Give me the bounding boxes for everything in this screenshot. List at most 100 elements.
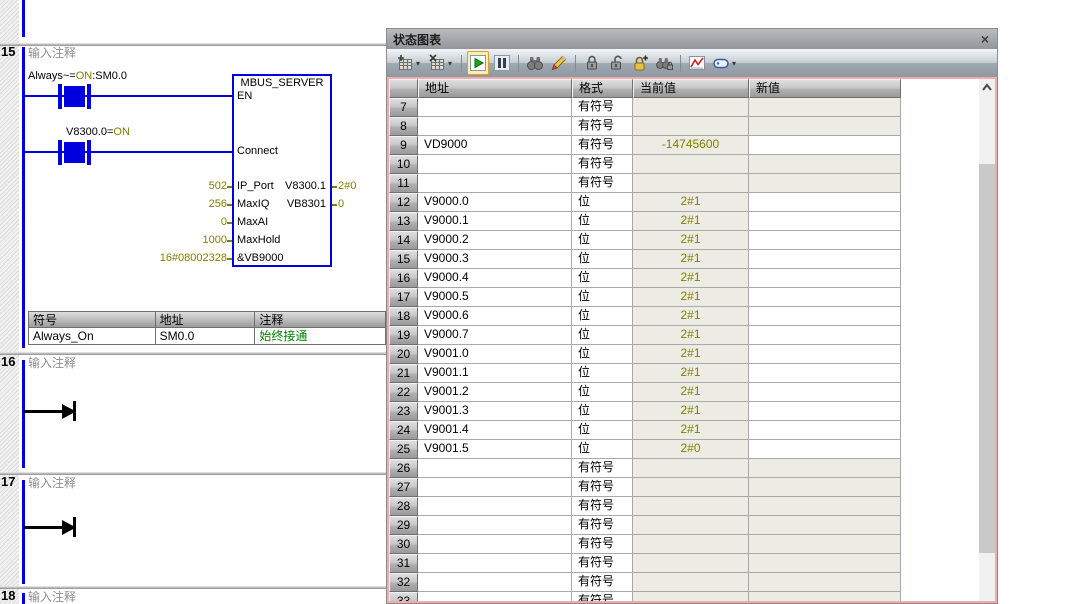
block-output-value[interactable]: 2#0 <box>338 180 356 193</box>
format-cell[interactable]: 有符号 <box>572 516 633 535</box>
address-cell[interactable]: V9001.4 <box>418 421 572 440</box>
address-cell[interactable]: V9000.1 <box>418 212 572 231</box>
format-cell[interactable]: 有符号 <box>572 98 633 117</box>
row-number-cell[interactable]: 16 <box>389 269 418 288</box>
row-number-cell[interactable]: 13 <box>389 212 418 231</box>
format-cell[interactable]: 位 <box>572 345 633 364</box>
format-cell[interactable]: 有符号 <box>572 554 633 573</box>
format-cell[interactable]: 位 <box>572 269 633 288</box>
address-cell[interactable] <box>418 497 572 516</box>
row-number-cell[interactable]: 23 <box>389 402 418 421</box>
column-header[interactable]: 当前值 <box>633 79 749 98</box>
format-cell[interactable]: 有符号 <box>572 136 633 155</box>
insert-row-button[interactable]: ▾ <box>394 51 424 75</box>
new-value-cell[interactable] <box>749 440 901 459</box>
network-comment[interactable]: 输入注释 <box>28 477 76 490</box>
new-value-cell[interactable] <box>749 193 901 212</box>
scroll-up-icon[interactable] <box>979 81 995 95</box>
contact[interactable] <box>87 140 91 165</box>
block-input-value[interactable]: 256 <box>60 198 227 211</box>
new-value-cell[interactable] <box>749 212 901 231</box>
column-header[interactable]: 格式 <box>572 79 633 98</box>
delete-row-button[interactable]: ▾ <box>426 51 456 75</box>
new-value-cell[interactable] <box>749 383 901 402</box>
row-number-cell[interactable]: 33 <box>389 592 418 603</box>
address-cell[interactable] <box>418 516 572 535</box>
address-cell[interactable]: V9000.3 <box>418 250 572 269</box>
row-number-cell[interactable]: 25 <box>389 440 418 459</box>
row-number-cell[interactable]: 30 <box>389 535 418 554</box>
network-comment[interactable]: 输入注释 <box>28 47 76 60</box>
row-number-cell[interactable]: 32 <box>389 573 418 592</box>
contact[interactable] <box>58 140 62 165</box>
block-input-value[interactable]: 0 <box>60 216 227 229</box>
address-cell[interactable]: V9001.0 <box>418 345 572 364</box>
address-cell[interactable]: V9000.6 <box>418 307 572 326</box>
row-number-cell[interactable]: 10 <box>389 155 418 174</box>
unforce-button[interactable] <box>605 51 627 75</box>
row-number-cell[interactable]: 19 <box>389 326 418 345</box>
dropdown-arrow-icon[interactable]: ▾ <box>416 59 420 68</box>
address-cell[interactable]: V9000.5 <box>418 288 572 307</box>
new-value-cell[interactable] <box>749 231 901 250</box>
block-output-value[interactable]: 0 <box>338 198 344 211</box>
dropdown-arrow-icon[interactable]: ▾ <box>732 59 736 68</box>
format-cell[interactable]: 位 <box>572 326 633 345</box>
address-cell[interactable]: V9001.5 <box>418 440 572 459</box>
new-value-cell[interactable] <box>749 402 901 421</box>
new-value-cell[interactable] <box>749 326 901 345</box>
row-number-cell[interactable]: 26 <box>389 459 418 478</box>
contact-energized-fill[interactable] <box>64 86 85 107</box>
row-number-cell[interactable]: 11 <box>389 174 418 193</box>
format-cell[interactable]: 有符号 <box>572 573 633 592</box>
row-number-cell[interactable]: 31 <box>389 554 418 573</box>
address-cell[interactable]: V9001.2 <box>418 383 572 402</box>
row-number-cell[interactable]: 24 <box>389 421 418 440</box>
trend-view-button[interactable] <box>686 51 708 75</box>
vertical-scrollbar[interactable] <box>979 79 995 601</box>
format-cell[interactable]: 位 <box>572 212 633 231</box>
row-number-cell[interactable]: 8 <box>389 117 418 136</box>
address-cell[interactable] <box>418 117 572 136</box>
block-input-value[interactable]: 16#08002328 <box>60 252 227 265</box>
row-number-cell[interactable]: 7 <box>389 98 418 117</box>
format-cell[interactable]: 位 <box>572 288 633 307</box>
address-cell[interactable]: V9001.3 <box>418 402 572 421</box>
format-cell[interactable]: 有符号 <box>572 174 633 193</box>
row-number-cell[interactable]: 15 <box>389 250 418 269</box>
new-value-cell[interactable] <box>749 421 901 440</box>
block-input-value[interactable]: 1000 <box>60 234 227 247</box>
address-cell[interactable] <box>418 174 572 193</box>
format-cell[interactable]: 位 <box>572 421 633 440</box>
write-all-button[interactable] <box>548 51 570 75</box>
format-cell[interactable]: 位 <box>572 383 633 402</box>
force-button[interactable] <box>581 51 603 75</box>
contact[interactable] <box>87 84 91 109</box>
window-titlebar[interactable]: 状态图表 × <box>387 29 997 49</box>
format-cell[interactable]: 位 <box>572 364 633 383</box>
address-cell[interactable] <box>418 98 572 117</box>
address-cell[interactable] <box>418 573 572 592</box>
format-cell[interactable]: 有符号 <box>572 459 633 478</box>
read-forced-button[interactable] <box>653 51 675 75</box>
new-value-cell[interactable] <box>749 307 901 326</box>
row-number-cell[interactable]: 28 <box>389 497 418 516</box>
row-number-cell[interactable]: 27 <box>389 478 418 497</box>
row-number-cell[interactable]: 17 <box>389 288 418 307</box>
row-number-cell[interactable]: 29 <box>389 516 418 535</box>
format-cell[interactable]: 有符号 <box>572 117 633 136</box>
close-icon[interactable]: × <box>981 30 989 48</box>
new-value-cell[interactable] <box>749 136 901 155</box>
format-cell[interactable]: 位 <box>572 440 633 459</box>
address-cell[interactable] <box>418 592 572 603</box>
format-cell[interactable]: 位 <box>572 402 633 421</box>
row-number-cell[interactable]: 20 <box>389 345 418 364</box>
new-value-cell[interactable] <box>749 269 901 288</box>
row-number-cell[interactable]: 22 <box>389 383 418 402</box>
format-cell[interactable]: 有符号 <box>572 535 633 554</box>
format-cell[interactable]: 有符号 <box>572 155 633 174</box>
format-cell[interactable]: 位 <box>572 231 633 250</box>
chart-status-pause-button[interactable] <box>491 51 513 75</box>
column-header[interactable]: 地址 <box>418 79 572 98</box>
format-cell[interactable]: 有符号 <box>572 592 633 603</box>
